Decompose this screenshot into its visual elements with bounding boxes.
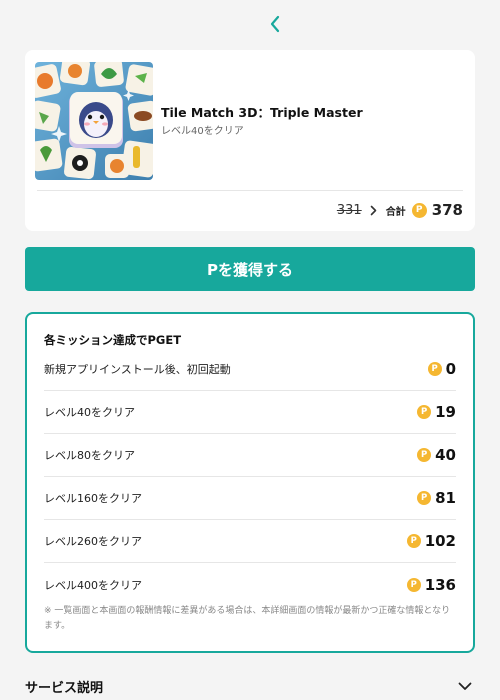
point-coin-icon: P <box>417 491 432 505</box>
total-label: 合計 <box>385 206 406 218</box>
mission-heading: 各ミッション達成でPGET <box>44 333 182 347</box>
chevron-left-icon <box>270 15 280 33</box>
back-button[interactable] <box>262 10 288 38</box>
mission-label: レベル260をクリア <box>44 535 142 548</box>
mission-row: レベル400をクリア P 136 <box>44 563 456 606</box>
mission-label: レベル40をクリア <box>44 406 135 419</box>
disclaimer-note: ※ 一覧画面と本画面の報酬情報に差異がある場合は、本詳細画面の情報が最新かつ正確… <box>44 606 451 631</box>
get-points-button[interactable]: Pを獲得する <box>25 247 475 291</box>
app-icon-image <box>35 62 153 180</box>
mission-row: レベル260をクリア P 102 <box>44 520 456 563</box>
point-coin-icon: P <box>411 202 427 218</box>
mission-row: レベル40をクリア P 19 <box>44 391 456 434</box>
mission-label: レベル80をクリア <box>44 449 135 462</box>
mission-row: レベル80をクリア P 40 <box>44 434 456 477</box>
point-coin-icon: P <box>406 577 421 592</box>
mission-row: レベル160をクリア P 81 <box>44 477 456 520</box>
point-coin-icon: P <box>406 534 421 548</box>
mission-list: 各ミッション達成でPGET 新規アプリインストール後、初回起動 P 0 レベル4… <box>25 312 475 653</box>
mission-reward: P 40 <box>417 446 456 464</box>
chevron-right-icon <box>370 205 377 216</box>
card-divider <box>37 190 463 191</box>
mission-points: 102 <box>424 532 456 550</box>
app-title: Tile Match 3D：Triple Master <box>161 105 363 120</box>
app-card: Tile Match 3D：Triple Master レベル40をクリア 33… <box>25 50 475 231</box>
app-subtitle: レベル40をクリア <box>161 126 244 137</box>
point-coin-icon: P <box>417 405 432 419</box>
mission-row: 新規アプリインストール後、初回起動 P 0 <box>44 348 456 391</box>
mission-reward: P 102 <box>406 532 456 550</box>
mission-reward: P 0 <box>427 360 456 378</box>
old-points: 331 <box>336 202 362 218</box>
mission-label: 新規アプリインストール後、初回起動 <box>44 363 231 376</box>
mission-reward: P 19 <box>417 403 456 421</box>
point-coin-icon: P <box>417 448 432 462</box>
mission-points: 19 <box>435 403 456 421</box>
points-summary: 331 合計 P 378 <box>337 199 463 221</box>
mission-reward: P 136 <box>406 575 456 594</box>
service-description-toggle[interactable]: サービス説明 <box>25 672 475 700</box>
mission-reward: P 81 <box>417 489 456 507</box>
mission-label: レベル400をクリア <box>44 578 142 592</box>
mission-points: 81 <box>435 489 456 507</box>
mission-points: 0 <box>445 360 456 378</box>
mission-points: 40 <box>435 446 456 464</box>
mission-points: 136 <box>424 575 456 594</box>
point-coin-icon: P <box>427 362 442 376</box>
mission-label: レベル160をクリア <box>44 492 142 505</box>
chevron-down-icon <box>458 682 472 691</box>
total-points: 378 <box>431 201 463 219</box>
service-title: サービス説明 <box>25 680 104 696</box>
